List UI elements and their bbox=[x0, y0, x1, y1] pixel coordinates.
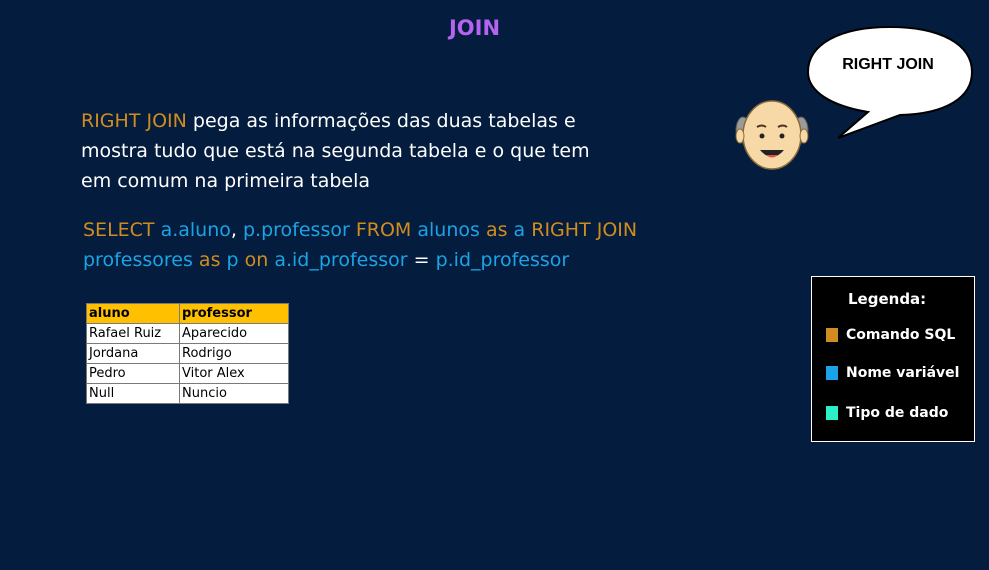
sql-alias-a: a bbox=[513, 219, 526, 241]
description: RIGHT JOIN pega as informações das duas … bbox=[81, 106, 641, 196]
table-cell: Pedro bbox=[86, 363, 180, 384]
sql-query: SELECT a.aluno, p.professor FROM alunos … bbox=[83, 215, 703, 275]
sql-comma: , bbox=[230, 219, 237, 241]
legend-item-label: Nome variável bbox=[846, 365, 960, 381]
table-header-row: aluno professor bbox=[86, 303, 289, 324]
table-cell: Jordana bbox=[86, 343, 180, 364]
sql-as-2: as bbox=[198, 249, 221, 271]
old-man-face-icon bbox=[735, 100, 809, 170]
table-row: Null Nuncio bbox=[86, 383, 289, 404]
table-cell: Vitor Alex bbox=[179, 363, 289, 384]
sql-a-id: a.id_professor bbox=[274, 249, 408, 271]
legend-item-tipo-de-dado: Tipo de dado bbox=[826, 405, 948, 421]
description-highlight: RIGHT JOIN bbox=[81, 110, 187, 132]
table-header-professor: professor bbox=[179, 303, 289, 324]
result-table: aluno professor Rafael Ruiz Aparecido Jo… bbox=[86, 303, 289, 404]
comando-sql-swatch-icon bbox=[826, 328, 838, 342]
legend-item-label: Tipo de dado bbox=[846, 405, 949, 421]
speech-bubble-text: RIGHT JOIN bbox=[842, 56, 934, 73]
table-row: Jordana Rodrigo bbox=[86, 343, 289, 364]
table-header-aluno: aluno bbox=[86, 303, 180, 324]
sql-alias-p: p bbox=[226, 249, 239, 271]
sql-on: on bbox=[244, 249, 269, 271]
sql-a-aluno: a.aluno bbox=[160, 219, 231, 241]
sql-select: SELECT bbox=[83, 219, 155, 241]
description-line2: mostra tudo que está na segunda tabela e… bbox=[81, 140, 590, 162]
legend-item-nome-variavel: Nome variável bbox=[826, 365, 959, 381]
legend-item-comando-sql: Comando SQL bbox=[826, 327, 955, 343]
sql-alunos: alunos bbox=[417, 219, 480, 241]
sql-professores: professores bbox=[83, 249, 193, 271]
sql-equals: = bbox=[413, 249, 430, 271]
nome-variavel-swatch-icon bbox=[826, 366, 838, 380]
speech-bubble-icon bbox=[806, 25, 974, 139]
legend-title: Legenda: bbox=[848, 290, 927, 308]
sql-from: FROM bbox=[355, 219, 412, 241]
sql-right-join: RIGHT JOIN bbox=[531, 219, 638, 241]
table-row: Pedro Vitor Alex bbox=[86, 363, 289, 384]
table-cell: Nuncio bbox=[179, 383, 289, 404]
table-cell: Rodrigo bbox=[179, 343, 289, 364]
description-line3: em comum na primeira tabela bbox=[81, 170, 371, 192]
sql-p-id: p.id_professor bbox=[435, 249, 570, 271]
legend-box: Legenda: Comando SQL Nome variável Tipo … bbox=[811, 276, 975, 442]
table-cell: Rafael Ruiz bbox=[86, 323, 180, 344]
sql-p-professor: p.professor bbox=[243, 219, 350, 241]
legend-item-label: Comando SQL bbox=[846, 327, 956, 343]
table-cell: Null bbox=[86, 383, 180, 404]
table-cell: Aparecido bbox=[179, 323, 289, 344]
table-row: Rafael Ruiz Aparecido bbox=[86, 323, 289, 344]
tipo-de-dado-swatch-icon bbox=[826, 406, 838, 420]
description-line1: pega as informações das duas tabelas e bbox=[186, 110, 576, 132]
sql-as-1: as bbox=[485, 219, 508, 241]
